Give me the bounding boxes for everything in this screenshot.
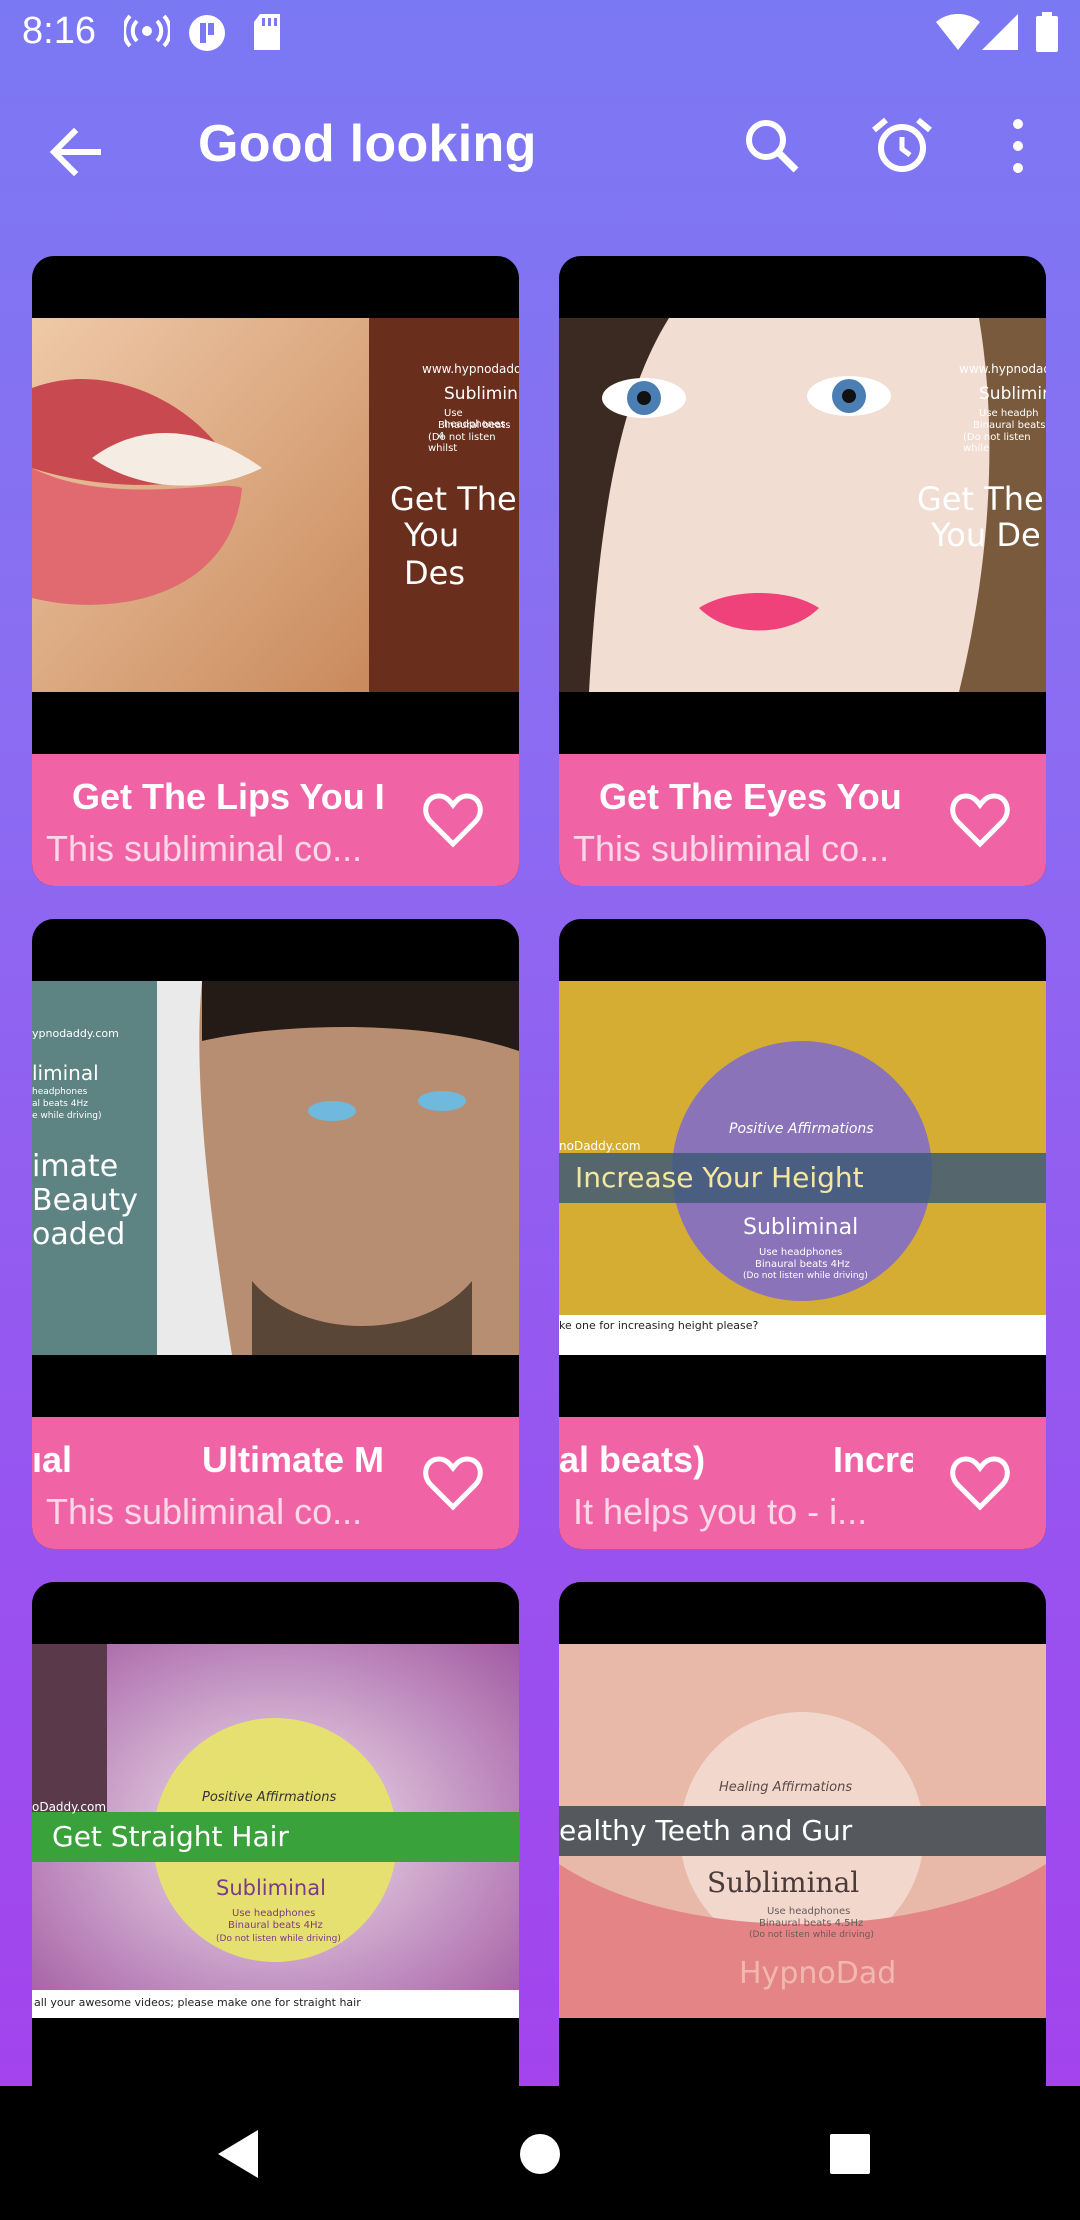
video-card[interactable]: www.hypnodaddy Subliminal Use headphones… [32, 256, 519, 886]
home-circle-icon[interactable] [500, 2114, 580, 2194]
signal-icon [982, 14, 1018, 50]
recents-square-icon[interactable] [810, 2114, 890, 2194]
thumb-text: (Do not listen whilst [428, 432, 496, 454]
thumb-text: (Do not listen while [963, 432, 1031, 454]
card-caption: Get The Lips You I This subliminal co... [32, 754, 519, 886]
card-title: Get The Lips You I [72, 776, 385, 817]
app-bar: Good looking [0, 66, 1080, 222]
thumb-text: Subliminal [707, 1866, 860, 1899]
thumb-text: Subliminal [444, 384, 519, 404]
video-card[interactable]: ypnodaddy.com liminal headphones al beat… [32, 919, 519, 1549]
video-thumbnail[interactable]: Healing Affirmations ealthy Teeth and Gu… [559, 1644, 1046, 2018]
thumb-text: www.hypnodad [959, 362, 1046, 376]
thumb-text: (Do not listen while driving) [749, 1930, 874, 1940]
card-title: Get The Eyes You [599, 776, 902, 817]
thumb-text: Use headphones [232, 1908, 316, 1919]
thumb-text: all your awesome videos; please make one… [34, 1996, 361, 2009]
card-title-fragment: al beats) [559, 1439, 706, 1480]
page-title: Good looking [198, 115, 537, 173]
card-title: Ultimate M [202, 1439, 385, 1480]
thumb-text: noDaddy.com [559, 1139, 641, 1153]
card-caption: Get The Eyes You This subliminal co... [559, 754, 1046, 886]
thumb-text: liminal [32, 1061, 99, 1085]
thumb-text: ealthy Teeth and Gur [559, 1814, 853, 1847]
card-description: This subliminal co... [46, 828, 363, 869]
card-caption: ıal Ultimate M This subliminal co... [32, 1417, 519, 1549]
battery-icon [1036, 12, 1058, 52]
video-card[interactable]: noDaddy.com Positive Affirmations Increa… [559, 919, 1046, 1549]
thumb-text: Use headph [979, 408, 1039, 419]
thumb-text: You De [931, 516, 1041, 554]
more-vert-icon[interactable] [982, 110, 1054, 182]
heart-icon[interactable] [423, 792, 483, 848]
video-thumbnail[interactable]: www.hypnodad Subliminal Use headph Binau… [559, 318, 1046, 692]
thumb-text: oaded [32, 1217, 126, 1252]
thumb-text: (Do not listen while driving) [216, 1934, 341, 1944]
thumb-text: Use headphones [767, 1906, 851, 1917]
thumb-text: imate [32, 1149, 119, 1184]
thumb-text: Subliminal [743, 1215, 859, 1240]
status-bar: 8:16 [0, 0, 1080, 66]
thumb-text: HypnoDad [739, 1956, 897, 1991]
thumb-text: Binaural beats 4.5Hz [759, 1918, 864, 1929]
heart-icon[interactable] [423, 1455, 483, 1511]
video-thumbnail[interactable]: www.hypnodaddy Subliminal Use headphones… [32, 318, 519, 692]
thumb-text: Binaural beats 4Hz [228, 1920, 323, 1931]
card-title-fragment: ıal [32, 1439, 73, 1480]
back-triangle-icon[interactable] [200, 2114, 280, 2194]
card-description: This subliminal co... [573, 828, 890, 869]
sd-card-icon [254, 14, 280, 50]
status-time: 8:16 [22, 10, 96, 52]
thumb-text: Get The [390, 480, 517, 518]
search-icon[interactable] [736, 110, 808, 182]
thumb-text: Increase Your Height [575, 1161, 864, 1194]
app-notification-icon [189, 15, 225, 51]
card-description: It helps you to - i... [573, 1491, 868, 1532]
thumb-text: ypnodaddy.com [32, 1027, 119, 1040]
thumb-text: (Do not listen while driving) [743, 1271, 868, 1281]
heart-icon[interactable] [950, 792, 1010, 848]
thumb-text: Positive Affirmations [729, 1121, 874, 1137]
broadcast-icon [124, 14, 170, 48]
thumb-text: Binaural beats [973, 420, 1046, 431]
thumb-text: oDaddy.com [32, 1800, 107, 1814]
system-nav-bar [0, 2086, 1080, 2220]
thumb-text: Beauty [32, 1183, 138, 1218]
alarm-icon[interactable] [866, 110, 938, 182]
thumb-text: Subliminal [979, 384, 1046, 404]
thumb-text: www.hypnodaddy [422, 362, 519, 376]
thumb-text: Get The [917, 480, 1044, 518]
thumb-text: ke one for increasing height please? [559, 1319, 759, 1332]
thumb-text: Binaural beats 4Hz [755, 1259, 850, 1270]
thumb-text: Positive Affirmations [202, 1790, 337, 1805]
video-thumbnail[interactable]: ypnodaddy.com liminal headphones al beat… [32, 981, 519, 1355]
heart-icon[interactable] [950, 1455, 1010, 1511]
card-title: Incre [833, 1439, 913, 1480]
thumb-text: headphones [32, 1087, 88, 1097]
wifi-icon [936, 14, 980, 50]
thumb-text: Subliminal [216, 1876, 326, 1900]
video-thumbnail[interactable]: noDaddy.com Positive Affirmations Increa… [559, 981, 1046, 1355]
thumb-text: Healing Affirmations [719, 1780, 853, 1795]
thumb-text: Get Straight Hair [52, 1820, 289, 1853]
back-arrow-icon[interactable] [40, 116, 112, 188]
thumb-text: al beats 4Hz [32, 1099, 88, 1109]
card-caption: al beats) Incre It helps you to - i... [559, 1417, 1046, 1549]
video-thumbnail[interactable]: oDaddy.com Positive Affirmations Get Str… [32, 1644, 519, 2018]
video-card[interactable]: www.hypnodad Subliminal Use headph Binau… [559, 256, 1046, 886]
card-description: This subliminal co... [46, 1491, 363, 1532]
thumb-text: Use headphones [759, 1247, 843, 1258]
thumb-text: e while driving) [32, 1111, 102, 1121]
thumb-text: You Des [404, 516, 465, 592]
